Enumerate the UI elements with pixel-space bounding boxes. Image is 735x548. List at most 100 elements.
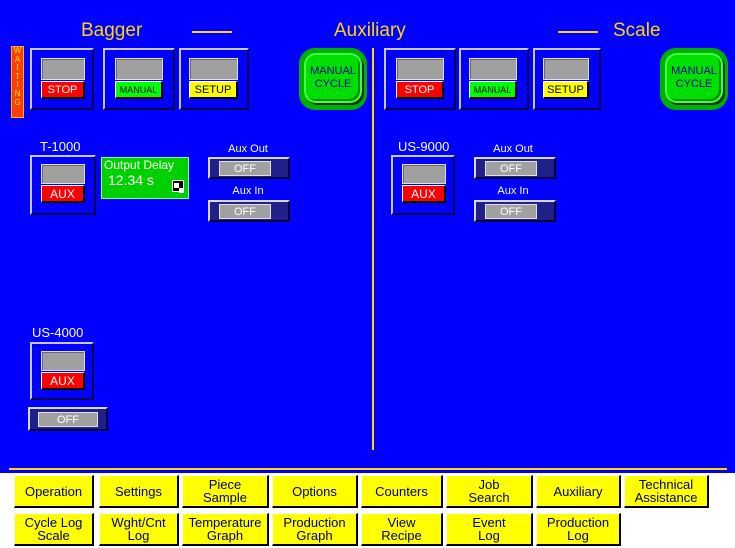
nav-label: Piece Sample xyxy=(203,478,247,504)
off-toggle-us4000[interactable]: OFF xyxy=(28,407,108,431)
aux-button-us4000[interactable]: AUX xyxy=(30,342,94,400)
nav-view-recipe-button[interactable]: View Recipe xyxy=(361,513,443,546)
nav-operation-button[interactable]: Operation xyxy=(14,475,94,508)
nav-label: Job Search xyxy=(468,478,509,504)
aux-out-toggle-us9000[interactable]: OFF xyxy=(474,157,556,179)
aux-in-toggle-us9000[interactable]: OFF xyxy=(474,200,556,222)
waiting-status-indicator: WAITING xyxy=(11,46,24,118)
manual-button-left[interactable]: MANUAL xyxy=(103,48,175,110)
nav-auxiliary-button[interactable]: Auxiliary xyxy=(536,475,621,508)
manual-label-left: MANUAL xyxy=(115,81,163,99)
nav-production-graph-button[interactable]: Production Graph xyxy=(272,513,358,546)
nav-label: Counters xyxy=(375,485,428,498)
nav-cycle-log-scale-button[interactable]: Cycle Log Scale xyxy=(14,513,94,546)
nav-label-line1: Settings xyxy=(115,483,162,499)
nav-counters-button[interactable]: Counters xyxy=(361,475,443,508)
aux-indicator-t1000 xyxy=(41,164,85,184)
aux-in-label-us9000: Aux In xyxy=(497,185,529,197)
setup-button-left[interactable]: SETUP xyxy=(179,48,249,110)
nav-job-search-button[interactable]: Job Search xyxy=(446,475,533,508)
aux-indicator-us4000 xyxy=(41,351,85,371)
stop-button-right[interactable]: STOP xyxy=(384,48,456,110)
setup-label-right: SETUP xyxy=(543,81,589,99)
header-scale: Scale xyxy=(613,20,661,41)
nav-label-line2: Recipe xyxy=(381,528,422,543)
manual-cycle-button-right[interactable]: MANUAL CYCLE xyxy=(660,48,728,110)
nav-label-line1: Options xyxy=(292,483,337,499)
manual-cycle-line2-left: CYCLE xyxy=(314,78,352,90)
manual-label-right: MANUAL xyxy=(469,81,517,99)
off-value-us4000: OFF xyxy=(38,412,98,427)
header-rule-right xyxy=(558,31,598,33)
header-rule-left xyxy=(192,31,232,33)
aux-indicator-us9000 xyxy=(402,164,446,184)
stop-indicator-right xyxy=(396,58,444,80)
nav-label-line2: Assistance xyxy=(634,490,698,505)
manual-cycle-face-right: MANUAL CYCLE xyxy=(665,53,723,103)
nav-label-line2: Graph xyxy=(206,528,244,543)
nav-label-line1: Auxiliary xyxy=(553,483,603,499)
manual-cycle-line1-right: MANUAL xyxy=(671,65,717,77)
stop-label-right: STOP xyxy=(396,81,444,99)
setup-indicator-right xyxy=(543,58,589,80)
nav-label-line2: Log xyxy=(127,528,150,543)
nav-label: Temperature Graph xyxy=(189,516,262,542)
manual-cycle-button-left[interactable]: MANUAL CYCLE xyxy=(299,48,367,110)
nav-label-line2: Scale xyxy=(37,528,70,543)
aux-out-label-us9000: Aux Out xyxy=(493,143,533,155)
stop-indicator-left xyxy=(41,58,85,80)
nav-options-button[interactable]: Options xyxy=(272,475,358,508)
aux-button-t1000[interactable]: AUX xyxy=(30,155,96,215)
aux-out-toggle-t1000[interactable]: OFF xyxy=(208,157,290,179)
aux-in-toggle-t1000[interactable]: OFF xyxy=(208,200,290,222)
device-name-t1000: T-1000 xyxy=(40,139,81,154)
aux-out-label-t1000: Aux Out xyxy=(228,143,268,155)
nav-label-line2: Sample xyxy=(202,490,248,505)
nav-event-log-button[interactable]: Event Log xyxy=(446,513,533,546)
aux-in-value-us9000: OFF xyxy=(485,204,537,219)
nav-label-line2: Search xyxy=(468,490,510,505)
nav-settings-button[interactable]: Settings xyxy=(99,475,179,508)
aux-in-value-t1000: OFF xyxy=(219,204,271,219)
manual-cycle-face-left: MANUAL CYCLE xyxy=(304,53,362,103)
header-bagger: Bagger xyxy=(81,20,143,41)
nav-temperature-graph-button[interactable]: Temperature Graph xyxy=(182,513,269,546)
output-delay-field[interactable]: Output Delay 12.34 s xyxy=(101,157,189,199)
nav-label-line1: Counters xyxy=(375,483,428,499)
nav-label-line1: Operation xyxy=(24,483,83,499)
keypad-icon[interactable] xyxy=(172,180,184,193)
aux-label-us4000: AUX xyxy=(41,372,85,390)
nav-label: Technical Assistance xyxy=(635,478,698,504)
aux-label-us9000: AUX xyxy=(402,185,446,203)
device-name-us9000: US-9000 xyxy=(398,139,450,154)
nav-label: Operation xyxy=(25,485,82,498)
nav-label: Wght/Cnt Log xyxy=(111,516,165,542)
aux-label-t1000: AUX xyxy=(41,185,85,203)
setup-label-left: SETUP xyxy=(189,81,238,99)
nav-label: Cycle Log Scale xyxy=(25,516,83,542)
nav-wght-cnt-log-button[interactable]: Wght/Cnt Log xyxy=(99,513,179,546)
setup-indicator-left xyxy=(189,58,238,80)
stop-label-left: STOP xyxy=(41,81,85,99)
nav-label: Options xyxy=(292,485,337,498)
nav-label: Auxiliary xyxy=(553,485,602,498)
nav-label-line2: Log xyxy=(478,528,500,543)
setup-button-right[interactable]: SETUP xyxy=(533,48,601,110)
nav-separator xyxy=(9,468,727,470)
panel-divider xyxy=(372,48,374,450)
nav-label: Settings xyxy=(115,485,162,498)
manual-indicator-left xyxy=(115,58,163,80)
device-name-us4000: US-4000 xyxy=(32,325,84,340)
manual-button-right[interactable]: MANUAL xyxy=(459,48,529,110)
nav-label-line2: Graph xyxy=(296,528,333,543)
nav-label-line2: Log xyxy=(567,528,589,543)
aux-button-us9000[interactable]: AUX xyxy=(391,155,455,215)
manual-indicator-right xyxy=(469,58,517,80)
aux-out-value-us9000: OFF xyxy=(485,161,537,176)
nav-technical-assistance-button[interactable]: Technical Assistance xyxy=(624,475,709,508)
nav-production-log-button[interactable]: Production Log xyxy=(536,513,621,546)
manual-cycle-line1-left: MANUAL xyxy=(310,65,356,77)
waiting-status-text: WAITING xyxy=(13,46,22,107)
stop-button-left[interactable]: STOP xyxy=(30,48,94,110)
nav-piece-sample-button[interactable]: Piece Sample xyxy=(182,475,269,508)
